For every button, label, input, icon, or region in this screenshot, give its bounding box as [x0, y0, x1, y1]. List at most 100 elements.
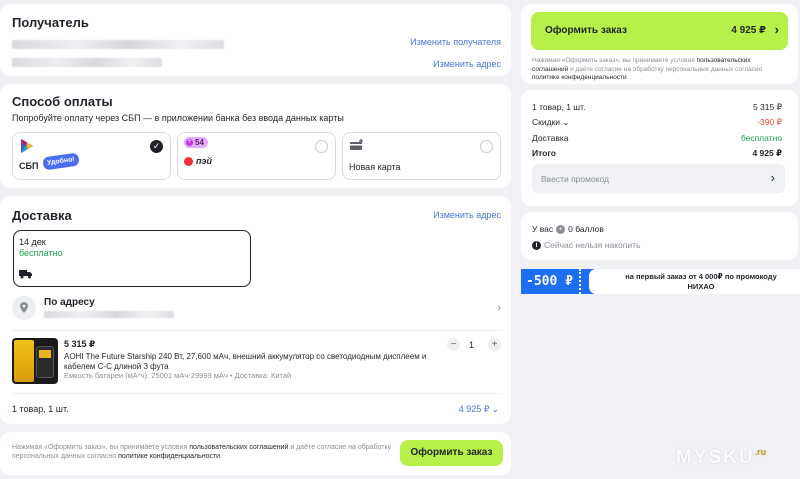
delivery-total-toggle[interactable]: 4 925 ₽ ⌄ [459, 404, 499, 415]
promo-banner-text-line1: на первый заказ от 4 000₽ по промокоду [625, 272, 777, 281]
order-card: Оформить заказ 4 925 ₽ › Нажимая «Оформи… [521, 4, 798, 84]
info-icon: i [532, 240, 541, 250]
order-legal-pre: Нажимая «Оформить заказ», вы принимаете … [532, 57, 697, 64]
payment-hint: Попробуйте оплату через СБП — в приложен… [12, 113, 344, 123]
footer-place-order-button[interactable]: Оформить заказ [400, 440, 503, 466]
chevron-right-icon: › [774, 22, 779, 37]
footer-card: Нажимая «Оформить заказ», вы принимаете … [0, 432, 511, 475]
points-info: i Сейчас нельзя накопить [532, 240, 640, 250]
chevron-down-icon: ⌄ [491, 404, 499, 414]
summary-discount-label-wrap: Скидки ⌄ [532, 117, 570, 128]
qty-minus-button[interactable]: − [447, 338, 460, 351]
points-balance: У вас + 0 баллов [532, 224, 604, 234]
delivery-date: 14 дек [19, 237, 46, 247]
delivery-card: Доставка Изменить адрес 14 дек бесплатно… [0, 196, 511, 424]
chevron-right-icon: › [770, 170, 775, 185]
pei-points-count: 54 [195, 138, 204, 147]
sbp-radio-checked-icon: ✓ [150, 140, 163, 153]
sbp-label: СБП [19, 161, 39, 171]
summary-shipping-row: Доставка бесплатно [532, 133, 782, 143]
summary-total-value: 4 925 ₽ [752, 148, 782, 158]
promo-banner-amount: -500 ₽ [526, 274, 573, 289]
pei-logo: пэй [184, 156, 212, 166]
promo-banner-notch [589, 269, 603, 294]
delivery-date-option[interactable]: 14 дек бесплатно [13, 230, 251, 287]
summary-items-row: 1 товар, 1 шт. 5 315 ₽ [532, 102, 782, 113]
card-plus-icon [350, 139, 364, 153]
delivery-change-address-link[interactable]: Изменить адрес [433, 210, 501, 220]
new-card-radio [480, 140, 493, 153]
delivery-total: 4 925 ₽ [458, 404, 490, 414]
order-legal-end: . [626, 74, 629, 81]
qty-value: 1 [469, 340, 475, 350]
product-name[interactable]: AOHI The Future Starship 240 Вт, 27,600 … [64, 352, 449, 371]
order-privacy-link[interactable]: политике конфиденциальности [532, 74, 627, 81]
points-coin-icon: + [556, 224, 566, 234]
payment-option-pei[interactable]: + 54 пэй [177, 132, 336, 180]
address-chevron-right-icon: › [497, 302, 501, 314]
delivery-title: Доставка [12, 208, 72, 223]
recipient-card: Получатель Изменить получателя Изменить … [0, 4, 511, 76]
pei-plus-icon: + [186, 139, 193, 146]
summary-discount-label: Скидки [532, 117, 561, 127]
divider [12, 330, 503, 331]
address-label: По адресу [44, 297, 95, 308]
place-order-button[interactable]: Оформить заказ 4 925 ₽ › [531, 12, 788, 50]
promo-banner[interactable]: -500 ₽ на первый заказ от 4 000₽ по пром… [521, 269, 800, 294]
points-card: У вас + 0 баллов i Сейчас нельзя накопит… [521, 212, 798, 260]
footer-legal-pre: Нажимая «Оформить заказ», вы принимаете … [12, 444, 190, 451]
summary-shipping-label: Доставка [532, 133, 569, 143]
place-order-label: Оформить заказ [545, 25, 627, 36]
promo-banner-code: НИХАО [687, 282, 715, 291]
recipient-title: Получатель [12, 15, 89, 30]
footer-terms-link[interactable]: пользовательских соглашений [189, 444, 288, 451]
pei-points-badge: + 54 [184, 137, 208, 148]
recipient-phone-redacted [12, 58, 162, 67]
change-recipient-link[interactable]: Изменить получателя [410, 37, 501, 47]
address-value-redacted [44, 311, 174, 318]
promo-code-input[interactable]: Ввести промокод › [532, 164, 785, 193]
points-balance-value: 0 баллов [568, 224, 604, 234]
summary-total-label: Итого [532, 148, 556, 158]
new-card-label: Новая карта [349, 162, 401, 172]
footer-legal-end: . [220, 453, 223, 460]
chevron-down-icon: ⌄ [562, 117, 570, 127]
delivery-price: бесплатно [19, 248, 63, 258]
payment-option-sbp[interactable]: СБП Удобно! ✓ [12, 132, 171, 180]
recipient-name-redacted [12, 40, 224, 49]
truck-icon [19, 269, 33, 281]
product-image-box [14, 340, 34, 382]
summary-shipping-value: бесплатно [740, 133, 782, 143]
qty-plus-button[interactable]: + [488, 338, 501, 351]
product-image-screen [39, 350, 51, 358]
product-price: 5 315 ₽ [64, 339, 96, 349]
points-info-text: Сейчас нельзя накопить [544, 240, 641, 250]
order-legal-text: Нажимая «Оформить заказ», вы принимаете … [532, 57, 788, 83]
delivery-address-row[interactable]: По адресу › [12, 294, 503, 322]
place-order-price: 4 925 ₽ [731, 25, 766, 36]
footer-privacy-link[interactable]: политике конфиденциальности [118, 453, 220, 460]
pei-label: пэй [196, 156, 212, 166]
footer-legal-text: Нажимая «Оформить заказ», вы принимаете … [12, 443, 392, 461]
payment-option-new-card[interactable]: Новая карта [342, 132, 501, 180]
pei-radio [315, 140, 328, 153]
product-specs: Емкость батареи (мА*ч): 25001 мАч-29999 … [64, 371, 292, 380]
points-balance-pre: У вас [532, 224, 554, 234]
summary-discount-value: -390 ₽ [757, 117, 782, 127]
summary-items-label: 1 товар, 1 шт. [532, 102, 586, 112]
watermark-text: MYSKU [676, 447, 755, 468]
watermark-suffix: .ru [754, 447, 767, 457]
summary-items-value: 5 315 ₽ [752, 102, 782, 112]
promo-code-placeholder: Ввести промокод [541, 174, 610, 184]
promo-banner-tear-line [579, 269, 581, 294]
promo-banner-text: на первый заказ от 4 000₽ по промокоду Н… [607, 272, 795, 292]
summary-total-row: Итого 4 925 ₽ [532, 148, 782, 159]
product-image [12, 338, 58, 384]
payment-title: Способ оплаты [12, 94, 113, 109]
change-address-link[interactable]: Изменить адрес [433, 59, 501, 69]
summary-discount-row[interactable]: Скидки ⌄ -390 ₽ [532, 117, 782, 128]
sbp-badge: Удобно! [42, 152, 80, 171]
order-legal-mid: и даёте согласие на обработку персональн… [568, 65, 763, 73]
location-pin-icon [12, 296, 36, 320]
divider [12, 393, 503, 394]
